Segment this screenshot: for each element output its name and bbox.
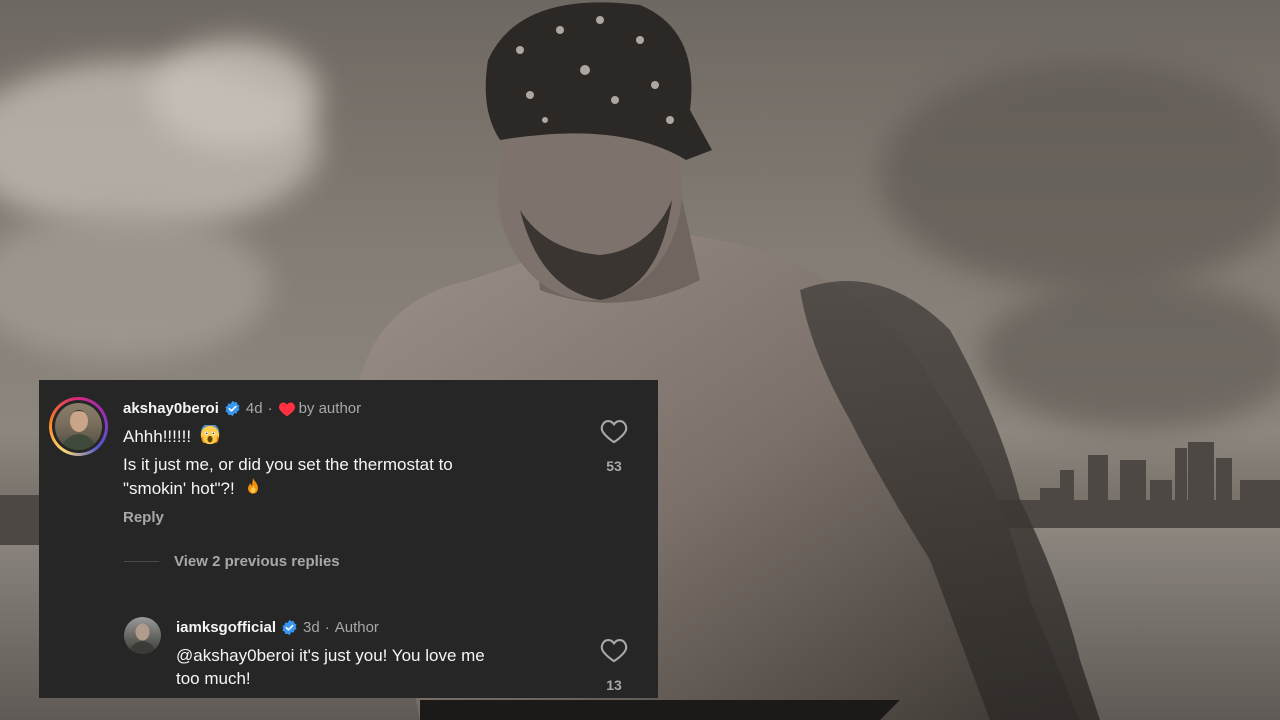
meta-separator: · bbox=[267, 400, 273, 417]
reply-header: iamksgofficial 3d · Author bbox=[176, 619, 379, 636]
avatar[interactable] bbox=[49, 397, 108, 456]
view-replies-label: View 2 previous replies bbox=[174, 553, 340, 570]
reply-button[interactable]: Reply bbox=[123, 509, 164, 526]
person-avatar-icon bbox=[61, 410, 97, 450]
comment-line1: Ahhh!!!!!! bbox=[123, 427, 192, 446]
heart-outline-icon[interactable] bbox=[600, 418, 628, 444]
reply-username[interactable]: iamksgofficial bbox=[176, 619, 276, 636]
comment-like-count: 53 bbox=[606, 458, 622, 474]
reply-like-count: 13 bbox=[606, 677, 622, 693]
heart-outline-icon[interactable] bbox=[600, 637, 628, 663]
view-previous-replies-button[interactable]: View 2 previous replies bbox=[124, 553, 340, 570]
fire-emoji bbox=[248, 477, 259, 494]
screaming-face-emoji bbox=[200, 425, 219, 445]
liked-by-author-label: by author bbox=[298, 400, 362, 417]
heart-icon bbox=[278, 401, 295, 416]
comment-time: 4d bbox=[245, 400, 263, 417]
verified-badge-icon bbox=[282, 619, 297, 636]
comment-card: akshay0beroi 4d · by author Ahhh!!!!!! I… bbox=[39, 380, 658, 698]
comment-line2: Is it just me, or did you set the thermo… bbox=[123, 455, 453, 474]
comment-text-line1: Ahhh!!!!!! bbox=[123, 425, 220, 449]
comment-header: akshay0beroi 4d · by author bbox=[123, 400, 361, 417]
comment-username[interactable]: akshay0beroi bbox=[123, 400, 219, 417]
avatar-ring-inner bbox=[52, 400, 105, 453]
comment-text-line3: "smokin' hot"?! bbox=[123, 477, 263, 501]
reply-time: 3d bbox=[303, 619, 320, 636]
reply-line1: @akshay0beroi it's just you! You love me bbox=[176, 646, 485, 665]
reply-avatar[interactable] bbox=[124, 617, 161, 654]
avatar-photo bbox=[55, 403, 102, 450]
divider-line bbox=[124, 561, 159, 562]
comment-line3: "smokin' hot"?! bbox=[123, 479, 235, 498]
reply-line2: too much! bbox=[176, 669, 251, 688]
verified-badge-icon bbox=[225, 400, 240, 417]
meta-separator: · bbox=[324, 619, 330, 636]
person-avatar-icon bbox=[128, 623, 157, 654]
author-label: Author bbox=[334, 619, 379, 636]
